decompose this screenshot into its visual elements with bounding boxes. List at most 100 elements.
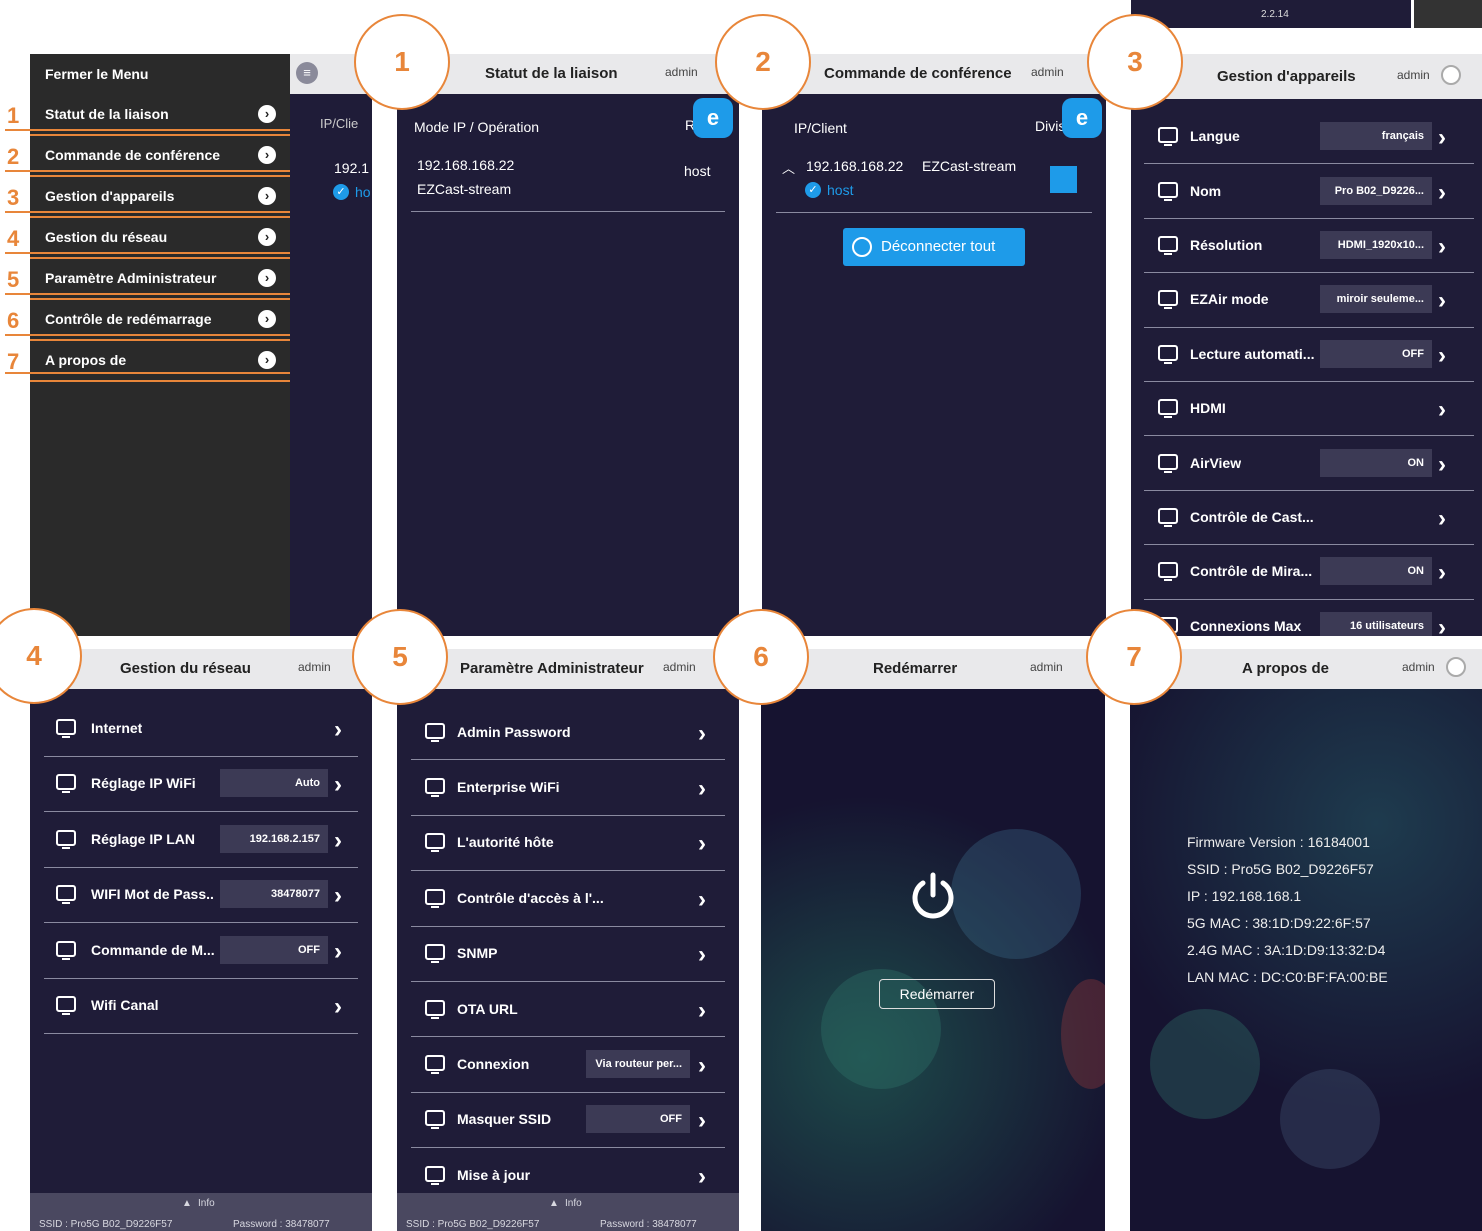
- settings-row[interactable]: Connexions Max 16 utilisateurs ›: [1144, 599, 1474, 636]
- settings-row[interactable]: Contrôle de Cast... ›: [1144, 490, 1474, 546]
- user-avatar-icon[interactable]: [1441, 65, 1461, 85]
- chevron-right-icon[interactable]: ›: [698, 886, 706, 914]
- chevron-right-icon[interactable]: ›: [698, 1163, 706, 1191]
- settings-row[interactable]: Lecture automati... OFF ›: [1144, 327, 1474, 382]
- about-info: Firmware Version : 16184001 SSID : Pro5G…: [1187, 829, 1388, 991]
- logo-icon: e: [693, 98, 733, 138]
- settings-row-value: Auto: [220, 769, 328, 798]
- menu-close[interactable]: Fermer le Menu: [30, 54, 290, 92]
- settings-row[interactable]: Internet ›: [44, 700, 358, 757]
- settings-row-value: français: [1320, 122, 1432, 151]
- link-status-panel: Statut de la liaison admin Mode IP / Opé…: [397, 54, 739, 636]
- settings-row[interactable]: AirView ON ›: [1144, 435, 1474, 491]
- chevron-right-icon[interactable]: ›: [334, 882, 342, 910]
- chevron-right-icon[interactable]: ›: [1438, 124, 1446, 152]
- settings-row[interactable]: Contrôle d'accès à l'... ›: [411, 870, 725, 927]
- chevron-right-icon[interactable]: ›: [1438, 342, 1446, 370]
- ssid-line: SSID : Pro5G B02_D9226F57: [1187, 861, 1374, 877]
- about-panel: A propos de admin Firmware Version : 161…: [1130, 649, 1482, 1231]
- chevron-up-icon[interactable]: ︿: [782, 158, 795, 177]
- settings-row[interactable]: Contrôle de Mira... ON ›: [1144, 544, 1474, 600]
- chevron-right-icon[interactable]: ›: [698, 1107, 706, 1135]
- info-footer[interactable]: ▲ Info SSID : Pro5G B02_D9226F57 Passwor…: [30, 1193, 372, 1231]
- settings-row[interactable]: L'autorité hôte ›: [411, 815, 725, 872]
- chevron-right-icon[interactable]: ›: [1438, 179, 1446, 207]
- settings-row[interactable]: OTA URL ›: [411, 981, 725, 1038]
- settings-row-value: Pro B02_D9226...: [1320, 176, 1432, 205]
- chevron-right-icon[interactable]: ›: [1438, 396, 1446, 424]
- settings-row[interactable]: Langue français ›: [1144, 109, 1474, 165]
- power-icon[interactable]: [911, 872, 955, 919]
- chevron-right-icon[interactable]: ›: [698, 830, 706, 858]
- wifi-ip-icon: [54, 771, 78, 795]
- menu-drawer: Fermer le Menu Statut de la liaison › Com…: [30, 54, 290, 636]
- menu-panel: Fermer le Menu Statut de la liaison › Com…: [30, 54, 372, 636]
- row-name: EZCast-stream: [417, 181, 512, 197]
- bokeh-light: [951, 829, 1081, 959]
- chevron-right-icon[interactable]: ›: [334, 716, 342, 744]
- page-title: Redémarrer: [873, 660, 958, 677]
- settings-row[interactable]: WIFI Mot de Pass.. 38478077 ›: [44, 867, 358, 923]
- chevron-right-icon[interactable]: ›: [334, 827, 342, 855]
- settings-row[interactable]: Réglage IP WiFi Auto ›: [44, 756, 358, 812]
- menu-item-about[interactable]: A propos de ›: [30, 342, 290, 382]
- access-control-icon: [423, 886, 447, 910]
- settings-row-value: ON: [1320, 448, 1432, 477]
- settings-row[interactable]: SNMP ›: [411, 926, 725, 982]
- bokeh-light: [1150, 1009, 1260, 1119]
- settings-row-label: OTA URL: [457, 1000, 518, 1017]
- row-ip: 192.168.168.22: [417, 157, 515, 173]
- settings-row[interactable]: HDMI ›: [1144, 381, 1474, 437]
- settings-row[interactable]: Wifi Canal ›: [44, 978, 358, 1034]
- settings-row[interactable]: Commande de M... OFF ›: [44, 922, 358, 979]
- settings-row[interactable]: Nom Pro B02_D9226... ›: [1144, 163, 1474, 219]
- chevron-right-icon[interactable]: ›: [1438, 451, 1446, 479]
- corner-thumb: [1414, 0, 1482, 28]
- globe-icon: [54, 716, 78, 740]
- table-row[interactable]: ︿ 192.168.168.22 EZCast-stream ✓ host: [776, 148, 1092, 213]
- topbar: Commande de conférence admin: [762, 54, 1106, 94]
- chevron-right-icon[interactable]: ›: [1438, 233, 1446, 261]
- column-header-ip: Mode IP / Opération: [414, 119, 540, 135]
- info-footer[interactable]: ▲ Info SSID : Pro5G B02_D9226F57 Passwor…: [397, 1193, 739, 1231]
- settings-row-label: Wifi Canal: [91, 997, 159, 1014]
- settings-row[interactable]: Admin Password ›: [411, 704, 725, 761]
- settings-row[interactable]: Enterprise WiFi ›: [411, 759, 725, 816]
- chevron-right-icon[interactable]: ›: [698, 720, 706, 748]
- settings-row[interactable]: EZAir mode miroir seuleme... ›: [1144, 272, 1474, 328]
- settings-row[interactable]: Connexion Via routeur per... ›: [411, 1036, 725, 1093]
- chevron-right-icon[interactable]: ›: [1438, 287, 1446, 315]
- row-ip: 192.168.168.22: [806, 158, 904, 174]
- row-role: host: [684, 163, 711, 179]
- chevron-right-icon[interactable]: ›: [1438, 505, 1446, 533]
- settings-row[interactable]: Réglage IP LAN 192.168.2.157 ›: [44, 811, 358, 868]
- chevron-right-icon[interactable]: ›: [698, 1052, 706, 1080]
- settings-row-label: AirView: [1190, 454, 1242, 471]
- reboot-button[interactable]: Redémarrer: [879, 979, 995, 1009]
- row-name: EZCast-stream: [922, 158, 1017, 174]
- row-role: host: [827, 182, 854, 198]
- user-avatar-icon[interactable]: [1446, 657, 1466, 677]
- chevron-right-icon: ›: [258, 146, 276, 164]
- hamburger-icon[interactable]: ≡: [296, 62, 318, 84]
- settings-row-value: OFF: [1320, 339, 1432, 368]
- chevron-right-icon: ›: [258, 228, 276, 246]
- chevron-right-icon[interactable]: ›: [698, 941, 706, 969]
- chevron-right-icon[interactable]: ›: [334, 993, 342, 1021]
- chevron-right-icon[interactable]: ›: [1438, 559, 1446, 587]
- bg-row-host: ho: [355, 184, 371, 200]
- chevron-right-icon[interactable]: ›: [334, 771, 342, 799]
- topbar: Gestion d'appareils admin: [1131, 54, 1482, 99]
- page-title: Paramètre Administrateur: [460, 660, 644, 677]
- user-label: admin: [1397, 68, 1430, 82]
- chevron-right-icon[interactable]: ›: [1438, 614, 1446, 636]
- settings-row[interactable]: Masquer SSID OFF ›: [411, 1092, 725, 1149]
- user-label: admin: [663, 660, 696, 674]
- chevron-right-icon[interactable]: ›: [334, 938, 342, 966]
- settings-row[interactable]: Résolution HDMI_1920x10... ›: [1144, 218, 1474, 274]
- disconnect-all-button[interactable]: Déconnecter tout: [843, 228, 1025, 266]
- chevron-right-icon[interactable]: ›: [698, 775, 706, 803]
- chevron-up-icon: ▲: [182, 1198, 192, 1209]
- chevron-right-icon[interactable]: ›: [698, 997, 706, 1025]
- split-checkbox[interactable]: [1050, 166, 1077, 193]
